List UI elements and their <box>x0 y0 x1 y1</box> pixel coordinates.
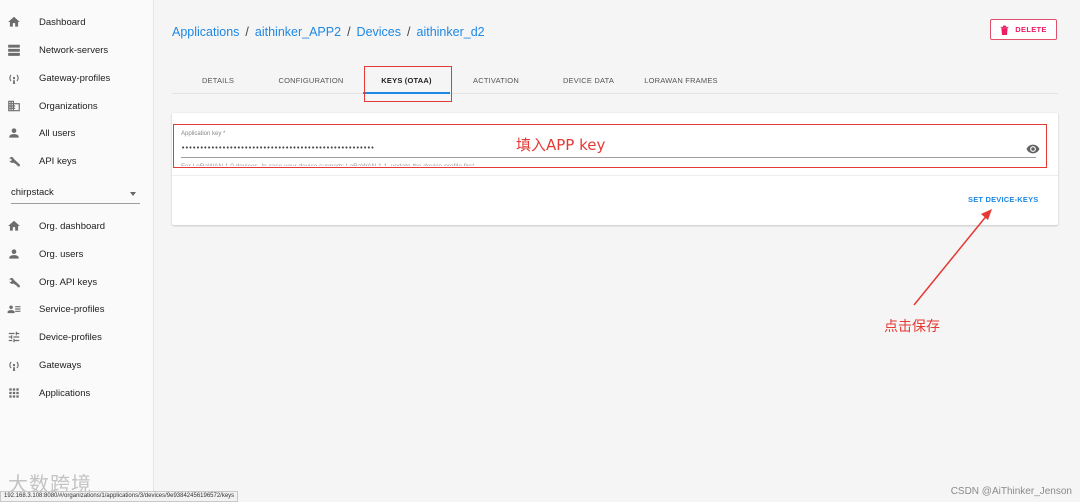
sidebar-item-label: Dashboard <box>39 16 86 28</box>
breadcrumb-application[interactable]: aithinker_APP2 <box>255 25 341 39</box>
sidebar-item-label: Organizations <box>39 100 98 112</box>
device-tabs: DETAILS CONFIGURATION KEYS (OTAA) ACTIVA… <box>172 66 1058 94</box>
status-bar-url: 192.168.3.108:8080/#/organizations/1/app… <box>0 491 239 502</box>
sidebar-item-label: Applications <box>39 387 91 399</box>
tab-activation[interactable]: ACTIVATION <box>462 66 530 94</box>
sidebar-item-org-users[interactable]: Org. users <box>0 241 154 267</box>
sidebar-item-org-api-keys[interactable]: Org. API keys <box>0 269 154 295</box>
breadcrumb-devices[interactable]: Devices <box>357 25 401 39</box>
sidebar-item-gateway-profiles[interactable]: Gateway-profiles <box>0 65 154 91</box>
tab-details[interactable]: DETAILS <box>186 66 250 94</box>
apps-icon <box>7 386 21 400</box>
home-icon <box>7 15 21 29</box>
home-icon <box>7 219 21 233</box>
tab-device-data[interactable]: DEVICE DATA <box>552 66 625 94</box>
breadcrumb-separator: / <box>347 25 351 39</box>
watermark-csdn: CSDN @AiThinker_Jenson <box>950 486 1072 497</box>
key-icon <box>7 154 21 168</box>
sidebar-item-dashboard[interactable]: Dashboard <box>0 9 154 35</box>
delete-button-label: DELETE <box>1015 25 1047 34</box>
delete-button[interactable]: DELETE <box>990 19 1057 40</box>
radio-tower-icon <box>7 71 21 85</box>
sidebar-item-organizations[interactable]: Organizations <box>0 93 154 119</box>
card-divider <box>172 175 1058 176</box>
sidebar-item-all-users[interactable]: All users <box>0 120 154 146</box>
organization-select-value: chirpstack <box>11 187 54 198</box>
sidebar-item-applications[interactable]: Applications <box>0 380 154 406</box>
sidebar-item-label: Gateways <box>39 359 82 371</box>
sidebar-item-label: Network-servers <box>39 44 109 56</box>
account-icon <box>7 247 21 261</box>
sidebar-item-label: Device-profiles <box>39 331 102 343</box>
chevron-down-icon <box>130 192 136 196</box>
sidebar-item-api-keys[interactable]: API keys <box>0 148 154 174</box>
sidebar-item-network-servers[interactable]: Network-servers <box>0 37 154 63</box>
domain-icon <box>7 99 21 113</box>
sidebar-item-gateways[interactable]: Gateways <box>0 352 154 378</box>
annotation-fill-app-key: 填入APP key <box>516 136 606 154</box>
annotation-box-tab <box>364 66 452 102</box>
sidebar-item-label: API keys <box>39 155 77 167</box>
sidebar-item-label: Org. API keys <box>39 276 98 288</box>
tab-lorawan-frames[interactable]: LORAWAN FRAMES <box>638 66 724 94</box>
tune-icon <box>7 330 21 344</box>
account-icon <box>7 126 21 140</box>
set-device-keys-button[interactable]: SET DEVICE-KEYS <box>968 195 1039 204</box>
breadcrumb: Applications / aithinker_APP2 / Devices … <box>172 25 485 39</box>
breadcrumb-separator: / <box>245 25 249 39</box>
sidebar-item-label: Service-profiles <box>39 303 105 315</box>
server-icon <box>7 43 21 57</box>
annotation-box-app-key <box>173 124 1047 168</box>
organization-select[interactable]: chirpstack <box>11 184 140 204</box>
sidebar-item-label: All users <box>39 127 76 139</box>
breadcrumb-separator: / <box>407 25 411 39</box>
trash-icon <box>1001 25 1009 35</box>
sidebar: Dashboard Network-servers Gateway-profil… <box>0 0 154 502</box>
tab-configuration[interactable]: CONFIGURATION <box>271 66 351 94</box>
annotation-click-save: 点击保存 <box>884 319 940 335</box>
account-details-icon <box>7 302 21 316</box>
key-icon <box>7 275 21 289</box>
breadcrumb-applications[interactable]: Applications <box>172 25 239 39</box>
sidebar-item-label: Org. dashboard <box>39 220 106 232</box>
sidebar-item-org-dashboard[interactable]: Org. dashboard <box>0 213 154 239</box>
sidebar-item-device-profiles[interactable]: Device-profiles <box>0 324 154 350</box>
breadcrumb-device[interactable]: aithinker_d2 <box>417 25 485 39</box>
sidebar-item-label: Gateway-profiles <box>39 72 111 84</box>
radio-tower-icon <box>7 358 21 372</box>
sidebar-item-service-profiles[interactable]: Service-profiles <box>0 296 154 322</box>
sidebar-item-label: Org. users <box>39 248 84 260</box>
